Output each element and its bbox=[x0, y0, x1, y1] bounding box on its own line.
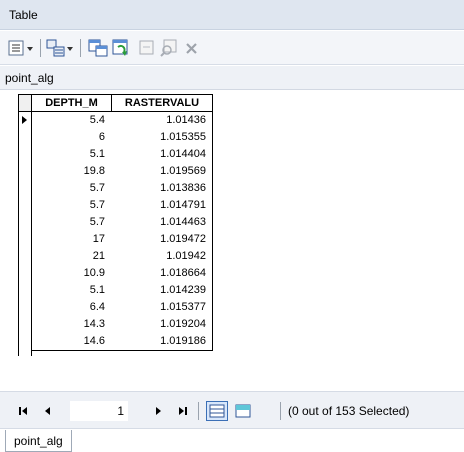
row-selector[interactable] bbox=[18, 214, 32, 232]
toolbar-separator bbox=[80, 39, 81, 57]
select-by-attributes-icon[interactable] bbox=[88, 39, 108, 57]
cell-depth-m[interactable]: 14.6 bbox=[31, 333, 112, 351]
delete-selected-icon[interactable] bbox=[184, 39, 200, 57]
window-title-bar: Table bbox=[0, 0, 464, 30]
next-record-icon[interactable] bbox=[152, 404, 166, 418]
row-selector[interactable] bbox=[18, 248, 32, 266]
cell-rastervalu[interactable]: 1.01436 bbox=[111, 112, 213, 130]
cell-rastervalu[interactable]: 1.014404 bbox=[111, 146, 213, 164]
cell-rastervalu[interactable]: 1.015355 bbox=[111, 129, 213, 147]
cell-rastervalu[interactable]: 1.01942 bbox=[111, 248, 213, 266]
switch-selection-icon[interactable] bbox=[112, 39, 132, 57]
table-name-bar: point_alg bbox=[0, 66, 464, 90]
cell-rastervalu[interactable]: 1.014239 bbox=[111, 282, 213, 300]
cell-rastervalu[interactable]: 1.015377 bbox=[111, 299, 213, 317]
row-selector[interactable] bbox=[18, 197, 32, 215]
cell-depth-m[interactable]: 5.7 bbox=[31, 197, 112, 215]
cell-depth-m[interactable]: 5.7 bbox=[31, 180, 112, 198]
row-selector[interactable] bbox=[18, 146, 32, 164]
row-selector[interactable] bbox=[18, 282, 32, 300]
cell-depth-m[interactable]: 21 bbox=[31, 248, 112, 266]
row-selector[interactable] bbox=[18, 350, 32, 356]
current-record-field[interactable]: 1 bbox=[70, 401, 128, 421]
cell-depth-m[interactable]: 6.4 bbox=[31, 299, 112, 317]
current-row-arrow-icon bbox=[22, 116, 27, 124]
cell-depth-m[interactable]: 19.8 bbox=[31, 163, 112, 181]
attribute-table-grid[interactable]: DEPTH_M RASTERVALU 5.4 1.01436 6 1.015355 5.… bbox=[0, 91, 464, 390]
cell-rastervalu[interactable]: 1.019186 bbox=[111, 333, 213, 351]
cell-rastervalu[interactable]: 1.019204 bbox=[111, 316, 213, 334]
cell-rastervalu[interactable]: 1.014463 bbox=[111, 214, 213, 232]
cell-depth-m[interactable]: 10.9 bbox=[31, 265, 112, 283]
cell-rastervalu[interactable]: 1.014791 bbox=[111, 197, 213, 215]
record-navigation-bar: 1 (0 out of 153 Selected) bbox=[0, 391, 464, 429]
cell-depth-m[interactable]: 17 bbox=[31, 231, 112, 249]
cell-rastervalu[interactable]: 1.018664 bbox=[111, 265, 213, 283]
row-selector[interactable] bbox=[18, 112, 32, 130]
cell-rastervalu[interactable]: 1.019472 bbox=[111, 231, 213, 249]
row-selector[interactable] bbox=[18, 129, 32, 147]
show-selected-records-icon[interactable] bbox=[232, 401, 254, 421]
table-tabs: point_alg bbox=[0, 430, 464, 452]
row-selector[interactable] bbox=[18, 299, 32, 317]
cell-rastervalu[interactable]: 1.019569 bbox=[111, 163, 213, 181]
cell-depth-m[interactable]: 5.1 bbox=[31, 282, 112, 300]
column-header-rastervalu[interactable]: RASTERVALU bbox=[111, 94, 213, 112]
previous-record-icon[interactable] bbox=[40, 404, 54, 418]
row-selector[interactable] bbox=[18, 163, 32, 181]
related-tables-icon[interactable] bbox=[46, 39, 76, 57]
row-selector[interactable] bbox=[18, 231, 32, 249]
table-toolbar bbox=[0, 31, 464, 65]
cell-rastervalu[interactable]: 1.013836 bbox=[111, 180, 213, 198]
tab-point-alg[interactable]: point_alg bbox=[5, 430, 72, 452]
cell-depth-m[interactable]: 5.7 bbox=[31, 214, 112, 232]
last-record-icon[interactable] bbox=[176, 404, 190, 418]
cell-depth-m[interactable]: 5.4 bbox=[31, 112, 112, 130]
select-all-header[interactable] bbox=[18, 94, 32, 112]
clear-selection-icon[interactable] bbox=[138, 39, 156, 57]
first-record-icon[interactable] bbox=[16, 404, 30, 418]
cell-depth-m[interactable]: 6 bbox=[31, 129, 112, 147]
cell-depth-m[interactable]: 14.3 bbox=[31, 316, 112, 334]
toolbar-separator bbox=[40, 39, 41, 57]
zoom-to-selected-icon[interactable] bbox=[160, 39, 178, 57]
selection-count-text: (0 out of 153 Selected) bbox=[288, 404, 410, 418]
show-all-records-icon[interactable] bbox=[206, 401, 228, 421]
table-name: point_alg bbox=[5, 71, 54, 85]
row-selector[interactable] bbox=[18, 265, 32, 283]
nav-separator bbox=[280, 402, 281, 420]
table-options-icon[interactable] bbox=[8, 39, 36, 57]
row-selector[interactable] bbox=[18, 316, 32, 334]
nav-separator bbox=[198, 402, 199, 420]
cell-depth-m[interactable]: 5.1 bbox=[31, 146, 112, 164]
window-title: Table bbox=[9, 8, 38, 22]
row-selector[interactable] bbox=[18, 333, 32, 351]
column-header-depth-m[interactable]: DEPTH_M bbox=[31, 94, 112, 112]
row-selector[interactable] bbox=[18, 180, 32, 198]
